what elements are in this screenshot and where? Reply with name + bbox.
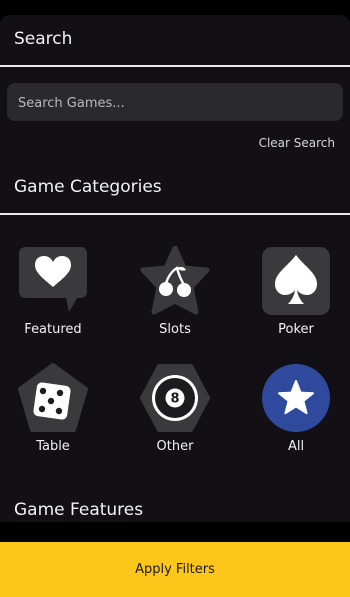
filter-panel: Search Clear Search Game Categories Feat… <box>0 15 350 522</box>
star-circle-icon <box>262 364 330 432</box>
category-label-table: Table <box>36 439 70 454</box>
category-table[interactable]: Table <box>3 363 103 454</box>
eight-ball-hexagon-icon: 8 <box>140 364 210 432</box>
categories-divider <box>0 213 350 215</box>
category-poker[interactable]: Poker <box>246 246 346 337</box>
category-label-slots: Slots <box>159 322 191 337</box>
clear-search-link[interactable]: Clear Search <box>259 136 335 150</box>
search-divider <box>0 65 350 67</box>
cherries-star-icon <box>140 246 210 315</box>
categories-section-title: Game Categories <box>14 177 162 197</box>
category-label-all: All <box>287 439 305 454</box>
search-section-title: Search <box>14 29 73 49</box>
features-section-title: Game Features <box>14 500 144 520</box>
category-featured[interactable]: Featured <box>3 246 103 337</box>
category-slots[interactable]: Slots <box>125 246 225 337</box>
category-label-featured: Featured <box>24 322 82 337</box>
category-other[interactable]: 8 Other <box>125 363 225 454</box>
category-label-poker: Poker <box>278 322 314 337</box>
heart-speech-bubble-icon <box>19 247 87 312</box>
search-input[interactable] <box>16 83 338 123</box>
apply-filters-label: Apply Filters <box>135 562 215 577</box>
dice-pentagon-icon <box>18 363 88 432</box>
spade-icon <box>262 247 330 315</box>
search-field[interactable] <box>7 83 343 123</box>
apply-filters-button[interactable]: Apply Filters <box>0 542 350 597</box>
category-label-other: Other <box>156 439 194 454</box>
svg-text:8: 8 <box>170 392 179 407</box>
category-all[interactable]: All <box>246 363 346 454</box>
